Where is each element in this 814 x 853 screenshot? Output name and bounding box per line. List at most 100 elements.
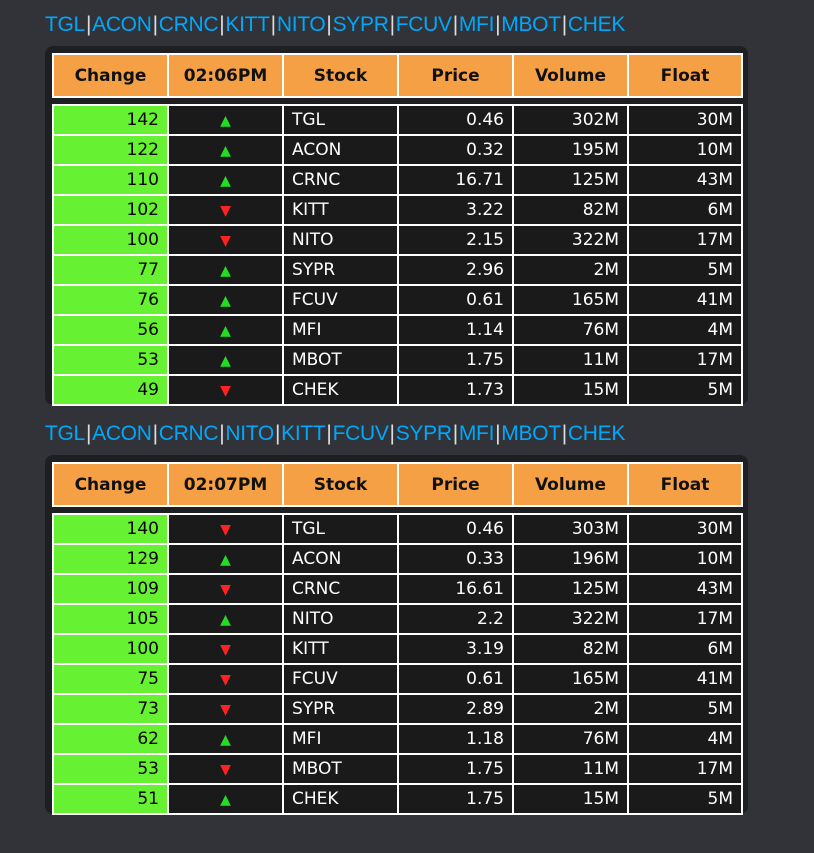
ticker-link[interactable]: CRNC: [159, 13, 219, 36]
price-cell: 2.89: [397, 693, 514, 725]
ticker-link[interactable]: ACON: [92, 422, 152, 445]
price-cell: 0.61: [397, 284, 514, 316]
stock-symbol-cell[interactable]: TGL: [282, 513, 399, 545]
column-header-time[interactable]: 02:06PM: [167, 53, 284, 98]
stock-symbol-cell[interactable]: CHEK: [282, 783, 399, 815]
ticker-link[interactable]: CHEK: [568, 13, 625, 36]
ticker-link[interactable]: ACON: [92, 13, 152, 36]
change-cell: 140: [52, 513, 169, 545]
column-header-time[interactable]: 02:07PM: [167, 462, 284, 507]
price-cell: 1.73: [397, 374, 514, 406]
table-row[interactable]: 75 ▼ FCUV 0.61 165M 41M: [52, 663, 743, 695]
stock-symbol-cell[interactable]: MFI: [282, 314, 399, 346]
change-cell: 109: [52, 573, 169, 605]
arrow-up-icon: ▲: [220, 353, 231, 369]
ticker-link[interactable]: MBOT: [501, 422, 561, 445]
column-header-float[interactable]: Float: [627, 53, 743, 98]
stock-symbol-cell[interactable]: FCUV: [282, 663, 399, 695]
table-row[interactable]: 129 ▲ ACON 0.33 196M 10M: [52, 543, 743, 575]
price-cell: 1.14: [397, 314, 514, 346]
column-header-stock[interactable]: Stock: [282, 53, 399, 98]
ticker-link[interactable]: CRNC: [159, 422, 219, 445]
table-row[interactable]: 56 ▲ MFI 1.14 76M 4M: [52, 314, 743, 346]
arrow-up-icon: ▲: [220, 552, 231, 568]
column-header-float[interactable]: Float: [627, 462, 743, 507]
stock-symbol-cell[interactable]: CHEK: [282, 374, 399, 406]
column-header-stock[interactable]: Stock: [282, 462, 399, 507]
table-row[interactable]: 62 ▲ MFI 1.18 76M 4M: [52, 723, 743, 755]
stock-symbol-cell[interactable]: NITO: [282, 224, 399, 256]
column-header-volume[interactable]: Volume: [512, 462, 629, 507]
ticker-link[interactable]: FCUV: [396, 13, 452, 36]
ticker-link[interactable]: SYPR: [396, 422, 452, 445]
volume-cell: 76M: [512, 314, 629, 346]
stock-symbol-cell[interactable]: FCUV: [282, 284, 399, 316]
ticker-link[interactable]: MFI: [459, 422, 495, 445]
change-cell: 53: [52, 344, 169, 376]
stock-symbol-cell[interactable]: TGL: [282, 104, 399, 136]
table-row[interactable]: 122 ▲ ACON 0.32 195M 10M: [52, 134, 743, 166]
table-row[interactable]: 76 ▲ FCUV 0.61 165M 41M: [52, 284, 743, 316]
float-cell: 4M: [627, 314, 743, 346]
arrow-down-icon: ▼: [220, 233, 231, 249]
stock-symbol-cell[interactable]: SYPR: [282, 254, 399, 286]
stock-symbol-cell[interactable]: CRNC: [282, 573, 399, 605]
ticker-link[interactable]: SYPR: [333, 13, 389, 36]
ticker-link[interactable]: TGL: [45, 13, 85, 36]
ticker-link[interactable]: MFI: [459, 13, 495, 36]
table-row[interactable]: 102 ▼ KITT 3.22 82M 6M: [52, 194, 743, 226]
scanner-table: Change 02:07PM Stock Price Volume Float 140 ▼ TG…: [52, 462, 743, 815]
price-cell: 0.61: [397, 663, 514, 695]
stock-symbol-cell[interactable]: MBOT: [282, 753, 399, 785]
change-cell: 49: [52, 374, 169, 406]
direction-cell: ▲: [167, 254, 284, 286]
stock-symbol-cell[interactable]: NITO: [282, 603, 399, 635]
table-row[interactable]: 105 ▲ NITO 2.2 322M 17M: [52, 603, 743, 635]
table-row[interactable]: 100 ▼ KITT 3.19 82M 6M: [52, 633, 743, 665]
stock-symbol-cell[interactable]: SYPR: [282, 693, 399, 725]
ticker-link[interactable]: KITT: [281, 422, 326, 445]
header-row: Change 02:07PM Stock Price Volume Float: [52, 462, 743, 507]
stock-symbol-cell[interactable]: KITT: [282, 194, 399, 226]
stock-symbol-cell[interactable]: MFI: [282, 723, 399, 755]
table-row[interactable]: 51 ▲ CHEK 1.75 15M 5M: [52, 783, 743, 815]
table-row[interactable]: 110 ▲ CRNC 16.71 125M 43M: [52, 164, 743, 196]
table-row[interactable]: 53 ▼ MBOT 1.75 11M 17M: [52, 753, 743, 785]
ticker-link[interactable]: CHEK: [568, 422, 625, 445]
stock-symbol-cell[interactable]: ACON: [282, 543, 399, 575]
table-row[interactable]: 142 ▲ TGL 0.46 302M 30M: [52, 104, 743, 136]
ticker-link[interactable]: TGL: [45, 422, 85, 445]
table-row[interactable]: 53 ▲ MBOT 1.75 11M 17M: [52, 344, 743, 376]
ticker-link[interactable]: FCUV: [333, 422, 389, 445]
column-header-change[interactable]: Change: [52, 53, 169, 98]
stock-symbol-cell[interactable]: ACON: [282, 134, 399, 166]
column-header-volume[interactable]: Volume: [512, 53, 629, 98]
stock-symbol-cell[interactable]: KITT: [282, 633, 399, 665]
table-row[interactable]: 109 ▼ CRNC 16.61 125M 43M: [52, 573, 743, 605]
price-cell: 1.18: [397, 723, 514, 755]
table-row[interactable]: 73 ▼ SYPR 2.89 2M 5M: [52, 693, 743, 725]
arrow-up-icon: ▲: [220, 612, 231, 628]
price-cell: 0.46: [397, 513, 514, 545]
table-row[interactable]: 77 ▲ SYPR 2.96 2M 5M: [52, 254, 743, 286]
float-cell: 17M: [627, 603, 743, 635]
ticker-link[interactable]: MBOT: [501, 13, 561, 36]
table-row[interactable]: 49 ▼ CHEK 1.73 15M 5M: [52, 374, 743, 406]
float-cell: 17M: [627, 344, 743, 376]
table-row[interactable]: 140 ▼ TGL 0.46 303M 30M: [52, 513, 743, 545]
ticker-separator: |: [152, 422, 158, 445]
stock-symbol-cell[interactable]: CRNC: [282, 164, 399, 196]
ticker-separator: |: [152, 13, 158, 36]
ticker-link[interactable]: NITO: [277, 13, 326, 36]
column-header-change[interactable]: Change: [52, 462, 169, 507]
ticker-link[interactable]: KITT: [225, 13, 270, 36]
table-row[interactable]: 100 ▼ NITO 2.15 322M 17M: [52, 224, 743, 256]
change-cell: 129: [52, 543, 169, 575]
change-cell: 51: [52, 783, 169, 815]
column-header-price[interactable]: Price: [397, 462, 514, 507]
change-cell: 76: [52, 284, 169, 316]
stock-symbol-cell[interactable]: MBOT: [282, 344, 399, 376]
column-header-price[interactable]: Price: [397, 53, 514, 98]
float-cell: 10M: [627, 134, 743, 166]
ticker-link[interactable]: NITO: [225, 422, 274, 445]
